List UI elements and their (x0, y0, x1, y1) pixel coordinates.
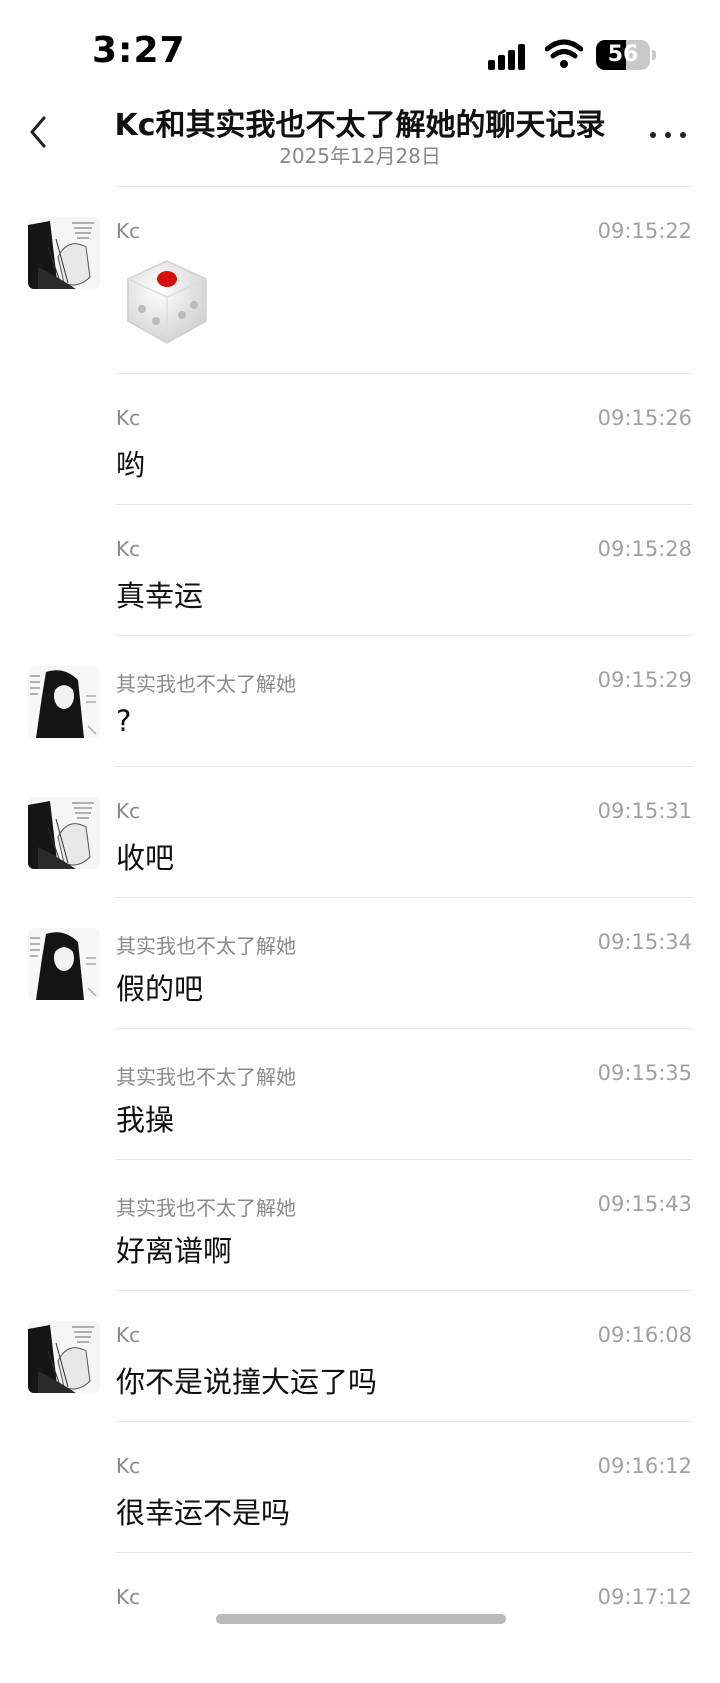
message-item[interactable]: Kc 09:15:31 收吧 (28, 766, 692, 897)
message-item[interactable]: 其实我也不太了解她 09:15:35 我操 (116, 1028, 692, 1159)
message-text: 假的吧 (116, 972, 204, 1006)
message-time: 09:16:12 (597, 1454, 692, 1478)
message-text: 收吧 (116, 841, 175, 875)
message-time: 09:16:08 (597, 1323, 692, 1347)
message-item[interactable]: Kc 09:15:26 哟 (116, 373, 692, 504)
sender-name: Kc (116, 537, 141, 561)
status-bar: 3:27 56 (0, 0, 720, 100)
message-time: 09:17:12 (597, 1585, 692, 1609)
message-item[interactable]: Kc 09:15:28 真幸运 (116, 504, 692, 635)
message-text: 你不是说撞大运了吗 (116, 1365, 378, 1399)
message-text: 哟 (116, 448, 146, 482)
message-item[interactable]: Kc 09:16:12 很幸运不是吗 (116, 1421, 692, 1552)
wifi-icon (545, 39, 583, 68)
status-time: 3:27 (92, 30, 186, 71)
message-text: 很幸运不是吗 (116, 1496, 291, 1530)
avatar[interactable] (28, 666, 100, 738)
message-item[interactable]: 其实我也不太了解她 09:15:43 好离谱啊 (116, 1159, 692, 1290)
back-button[interactable] (20, 110, 60, 154)
message-list[interactable]: Kc 09:15:22 Kc 09:15:26 哟 Kc 09:15:28 真幸运其实我也不太… (0, 186, 720, 1683)
chat-header: Kc和其实我也不太了解她的聊天记录 2025年12月28日 (0, 100, 720, 180)
message-item[interactable]: 其实我也不太了解她 09:15:29? (28, 635, 692, 766)
message-time: 09:15:34 (597, 930, 692, 954)
sender-name: Kc (116, 406, 141, 430)
page-title: Kc和其实我也不太了解她的聊天记录 (114, 108, 606, 143)
message-text: 真幸运 (116, 579, 204, 613)
cellular-signal-icon (488, 42, 532, 70)
message-item[interactable]: 其实我也不太了解她 09:15:34 假的吧 (28, 897, 692, 1028)
sender-name: 其实我也不太了解她 (116, 672, 296, 696)
message-item[interactable]: Kc 09:16:08 你不是说撞大运了吗 (28, 1290, 692, 1421)
message-time: 09:15:35 (597, 1061, 692, 1085)
message-time: 09:15:31 (597, 799, 692, 823)
sender-name: Kc (116, 799, 141, 823)
sender-name: Kc (116, 1454, 141, 1478)
message-time: 09:15:43 (597, 1192, 692, 1216)
message-text: 我操 (116, 1103, 175, 1137)
message-text: 好离谱啊 (116, 1234, 233, 1268)
message-time: 09:15:26 (597, 406, 692, 430)
avatar[interactable] (28, 928, 100, 1000)
message-time: 09:15:29 (597, 668, 692, 692)
sender-name: Kc (116, 1323, 141, 1347)
battery-level: 56 (607, 42, 639, 67)
message-item[interactable]: Kc 09:15:22 (28, 186, 692, 373)
sender-name: Kc (116, 1585, 141, 1609)
battery-icon: 56 (596, 40, 650, 70)
sender-name: 其实我也不太了解她 (116, 1196, 296, 1220)
message-text: ? (116, 704, 132, 738)
avatar[interactable] (28, 797, 100, 869)
sender-name: Kc (116, 219, 141, 243)
message-time: 09:15:22 (597, 219, 692, 243)
dice-icon[interactable] (122, 257, 212, 347)
message-time: 09:15:28 (597, 537, 692, 561)
sender-name: 其实我也不太了解她 (116, 934, 296, 958)
record-date: 2025年12月28日 (279, 144, 441, 168)
sender-name: 其实我也不太了解她 (116, 1065, 296, 1089)
more-options-button[interactable] (648, 124, 688, 144)
avatar[interactable] (28, 217, 100, 289)
home-indicator[interactable] (216, 1614, 506, 1624)
avatar[interactable] (28, 1321, 100, 1393)
